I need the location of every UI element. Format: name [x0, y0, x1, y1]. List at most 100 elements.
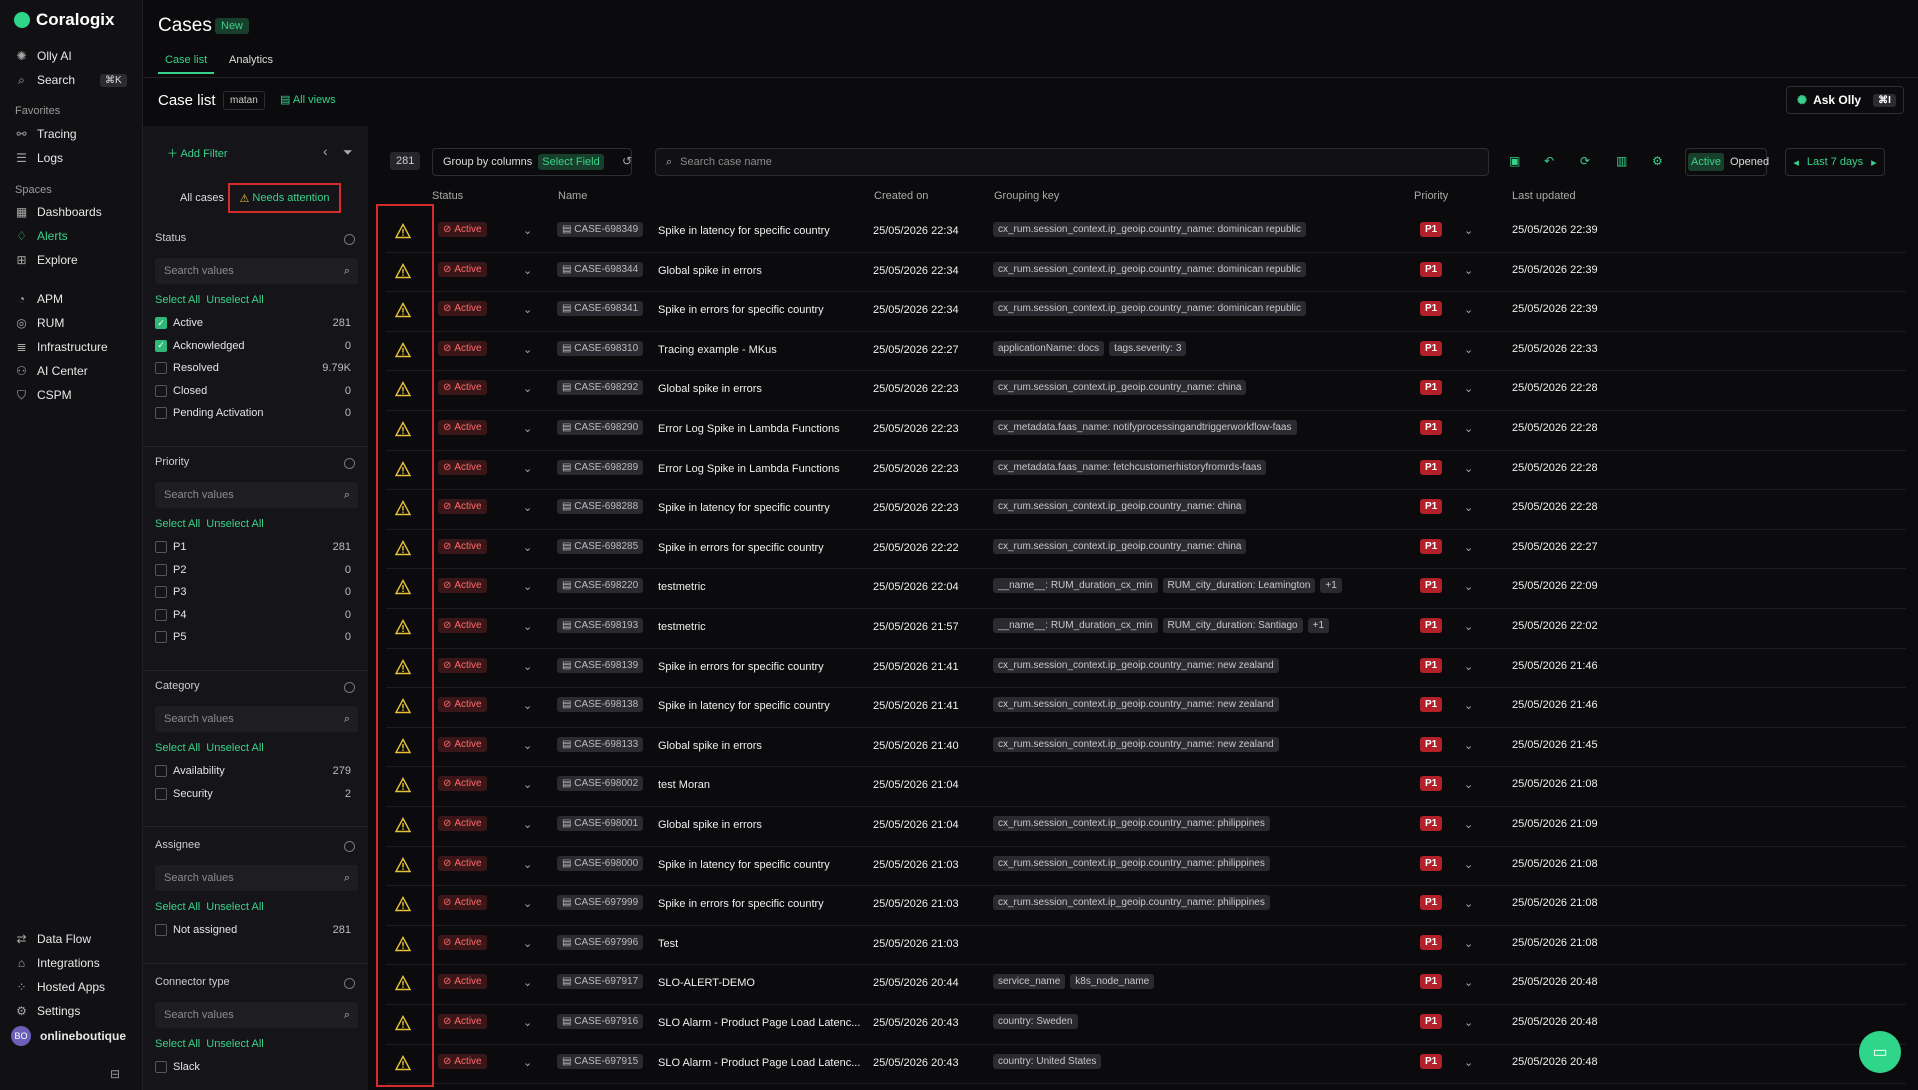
col-last-updated[interactable]: Last updated: [1512, 190, 1576, 206]
nav-data-flow[interactable]: ⇄ Data Flow: [15, 930, 91, 948]
nav-integrations[interactable]: ⌂ Integrations: [15, 954, 100, 972]
case-name[interactable]: Error Log Spike in Lambda Functions: [658, 423, 863, 435]
filter-option[interactable]: P4 0: [155, 608, 351, 621]
time-range-picker[interactable]: ◂ Last 7 days ▸: [1785, 148, 1885, 176]
unselect-all-link[interactable]: Unselect All: [206, 742, 263, 754]
case-id-badge[interactable]: ▤ CASE-697916: [557, 1014, 644, 1029]
case-id-badge[interactable]: ▤ CASE-698310: [557, 340, 644, 356]
status-dropdown-icon[interactable]: ⌄: [523, 818, 532, 831]
case-id-badge[interactable]: ▤ CASE-697999: [557, 895, 644, 911]
status-dropdown-icon[interactable]: ⌄: [523, 422, 532, 435]
checkbox[interactable]: [155, 384, 167, 397]
status-dropdown-icon[interactable]: ⌄: [523, 976, 532, 989]
priority-dropdown-icon[interactable]: ⌄: [1464, 976, 1473, 989]
priority-dropdown-icon[interactable]: ⌄: [1464, 343, 1473, 356]
case-name[interactable]: Test: [658, 938, 863, 950]
filter-search-input[interactable]: Search values ⌕: [155, 1002, 358, 1028]
filter-option[interactable]: Pending Activation 0: [155, 407, 351, 419]
refresh-icon[interactable]: ⟳: [1580, 154, 1590, 168]
filter-option[interactable]: Closed 0: [155, 384, 351, 397]
status-dropdown-icon[interactable]: ⌄: [523, 462, 532, 475]
case-id-badge[interactable]: ▤ CASE-698344: [557, 261, 644, 277]
unselect-all-link[interactable]: Unselect All: [206, 518, 263, 530]
status-dropdown-icon[interactable]: ⌄: [523, 1016, 532, 1029]
case-name[interactable]: Spike in errors for specific country: [658, 304, 863, 316]
settings-icon[interactable]: ⚙: [1652, 154, 1663, 168]
case-id-badge[interactable]: ▤ CASE-698341: [557, 301, 644, 317]
case-id-badge[interactable]: ▤ CASE-697917: [557, 974, 644, 990]
checkbox[interactable]: [155, 563, 167, 576]
reset-icon[interactable]: ↺: [622, 154, 632, 168]
priority-dropdown-icon[interactable]: ⌄: [1464, 858, 1473, 871]
filter-option[interactable]: Security 2: [155, 787, 351, 800]
select-all-link[interactable]: Select All: [155, 901, 200, 913]
nav-hosted-apps[interactable]: ⁘ Hosted Apps: [15, 978, 105, 996]
brand-logo[interactable]: Coralogix: [14, 10, 114, 30]
all-cases-toggle[interactable]: All cases: [176, 183, 228, 213]
case-id-badge[interactable]: ▤ CASE-698139: [557, 657, 644, 673]
case-id-badge[interactable]: ▤ CASE-698288: [557, 499, 644, 515]
case-name[interactable]: Global spike in errors: [658, 819, 863, 831]
priority-dropdown-icon[interactable]: ⌄: [1464, 1016, 1473, 1029]
active-opened-toggle[interactable]: Active Opened: [1685, 148, 1769, 176]
filter-icon[interactable]: ⏷: [343, 145, 353, 160]
table-row[interactable]: ⊘ Active ⌄ ▤ CASE-698292 Global spike in err…: [386, 371, 1906, 411]
nav-olly-ai[interactable]: ✺ Olly AI: [15, 47, 71, 65]
add-filter-button[interactable]: ＋ Add Filter: [167, 145, 228, 161]
case-search-input[interactable]: ⌕ Search case name: [655, 148, 1489, 176]
filter-search-input[interactable]: Search values ⌕: [155, 482, 358, 508]
section-info-icon[interactable]: [344, 458, 355, 469]
table-row[interactable]: ⊘ Active ⌄ ▤ CASE-698138 Spike in latency fo…: [386, 688, 1906, 728]
checkbox[interactable]: [155, 608, 167, 621]
tab-analytics[interactable]: Analytics: [229, 54, 273, 66]
needs-attention-toggle[interactable]: ⚠ Needs attention: [228, 183, 341, 213]
case-name[interactable]: Error Log Spike in Lambda Functions: [658, 463, 863, 475]
select-all-link[interactable]: Select All: [155, 518, 200, 530]
section-info-icon[interactable]: [344, 682, 355, 693]
priority-dropdown-icon[interactable]: ⌄: [1464, 739, 1473, 752]
table-row[interactable]: ⊘ Active ⌄ ▤ CASE-698002 test Moran 25/05/202…: [386, 767, 1906, 807]
case-name[interactable]: SLO Alarm - Product Page Load Latenc...: [658, 1057, 863, 1069]
nav-dashboards[interactable]: ▦ Dashboards: [15, 203, 102, 221]
prev-range-icon[interactable]: ◂: [1793, 156, 1799, 169]
checkbox[interactable]: [155, 541, 167, 553]
table-row[interactable]: ⊘ Active ⌄ ▤ CASE-698133 Global spike in err…: [386, 728, 1906, 768]
filter-search-input[interactable]: Search values ⌕: [155, 258, 358, 284]
status-dropdown-icon[interactable]: ⌄: [523, 580, 532, 593]
checkbox[interactable]: [155, 1061, 167, 1073]
status-dropdown-icon[interactable]: ⌄: [523, 620, 532, 633]
checkbox[interactable]: [155, 362, 167, 374]
select-field-button[interactable]: Select Field: [538, 154, 604, 170]
view-chip[interactable]: matan: [223, 91, 265, 110]
case-name[interactable]: Global spike in errors: [658, 265, 863, 277]
undo-icon[interactable]: ↶: [1544, 154, 1554, 168]
table-row[interactable]: ⊘ Active ⌄ ▤ CASE-698290 Error Log Spike in …: [386, 411, 1906, 451]
priority-dropdown-icon[interactable]: ⌄: [1464, 660, 1473, 673]
all-views-link[interactable]: ▤ All views: [280, 93, 336, 106]
filter-search-input[interactable]: Search values ⌕: [155, 865, 358, 891]
nav-explore[interactable]: ⊞ Explore: [15, 251, 77, 269]
filter-option[interactable]: ✓ Active 281: [155, 317, 351, 329]
columns-icon[interactable]: ▥: [1616, 154, 1627, 168]
filter-search-input[interactable]: Search values ⌕: [155, 706, 358, 732]
case-id-badge[interactable]: ▤ CASE-698285: [557, 538, 644, 554]
case-name[interactable]: Spike in errors for specific country: [658, 542, 863, 554]
account-menu[interactable]: BO onlineboutique: [11, 1025, 126, 1047]
nav-infrastructure[interactable]: ≣ Infrastructure: [15, 338, 107, 356]
checkbox[interactable]: [155, 924, 167, 936]
case-id-badge[interactable]: ▤ CASE-697996: [557, 934, 644, 950]
col-status[interactable]: Status: [432, 190, 463, 206]
priority-dropdown-icon[interactable]: ⌄: [1464, 264, 1473, 277]
col-grouping-key[interactable]: Grouping key: [994, 190, 1059, 206]
nav-settings[interactable]: ⚙ Settings: [15, 1002, 80, 1020]
case-name[interactable]: Spike in latency for specific country: [658, 225, 863, 237]
status-dropdown-icon[interactable]: ⌄: [523, 858, 532, 871]
table-row[interactable]: ⊘ Active ⌄ ▤ CASE-698349 Spike in latency fo…: [386, 213, 1906, 253]
status-dropdown-icon[interactable]: ⌄: [523, 897, 532, 910]
tab-case-list[interactable]: Case list: [165, 54, 207, 66]
case-name[interactable]: testmetric: [658, 621, 863, 633]
col-created-on[interactable]: Created on: [874, 190, 928, 206]
col-name[interactable]: Name: [558, 190, 587, 206]
case-name[interactable]: SLO Alarm - Product Page Load Latenc...: [658, 1017, 863, 1029]
filter-option[interactable]: P3 0: [155, 586, 351, 598]
